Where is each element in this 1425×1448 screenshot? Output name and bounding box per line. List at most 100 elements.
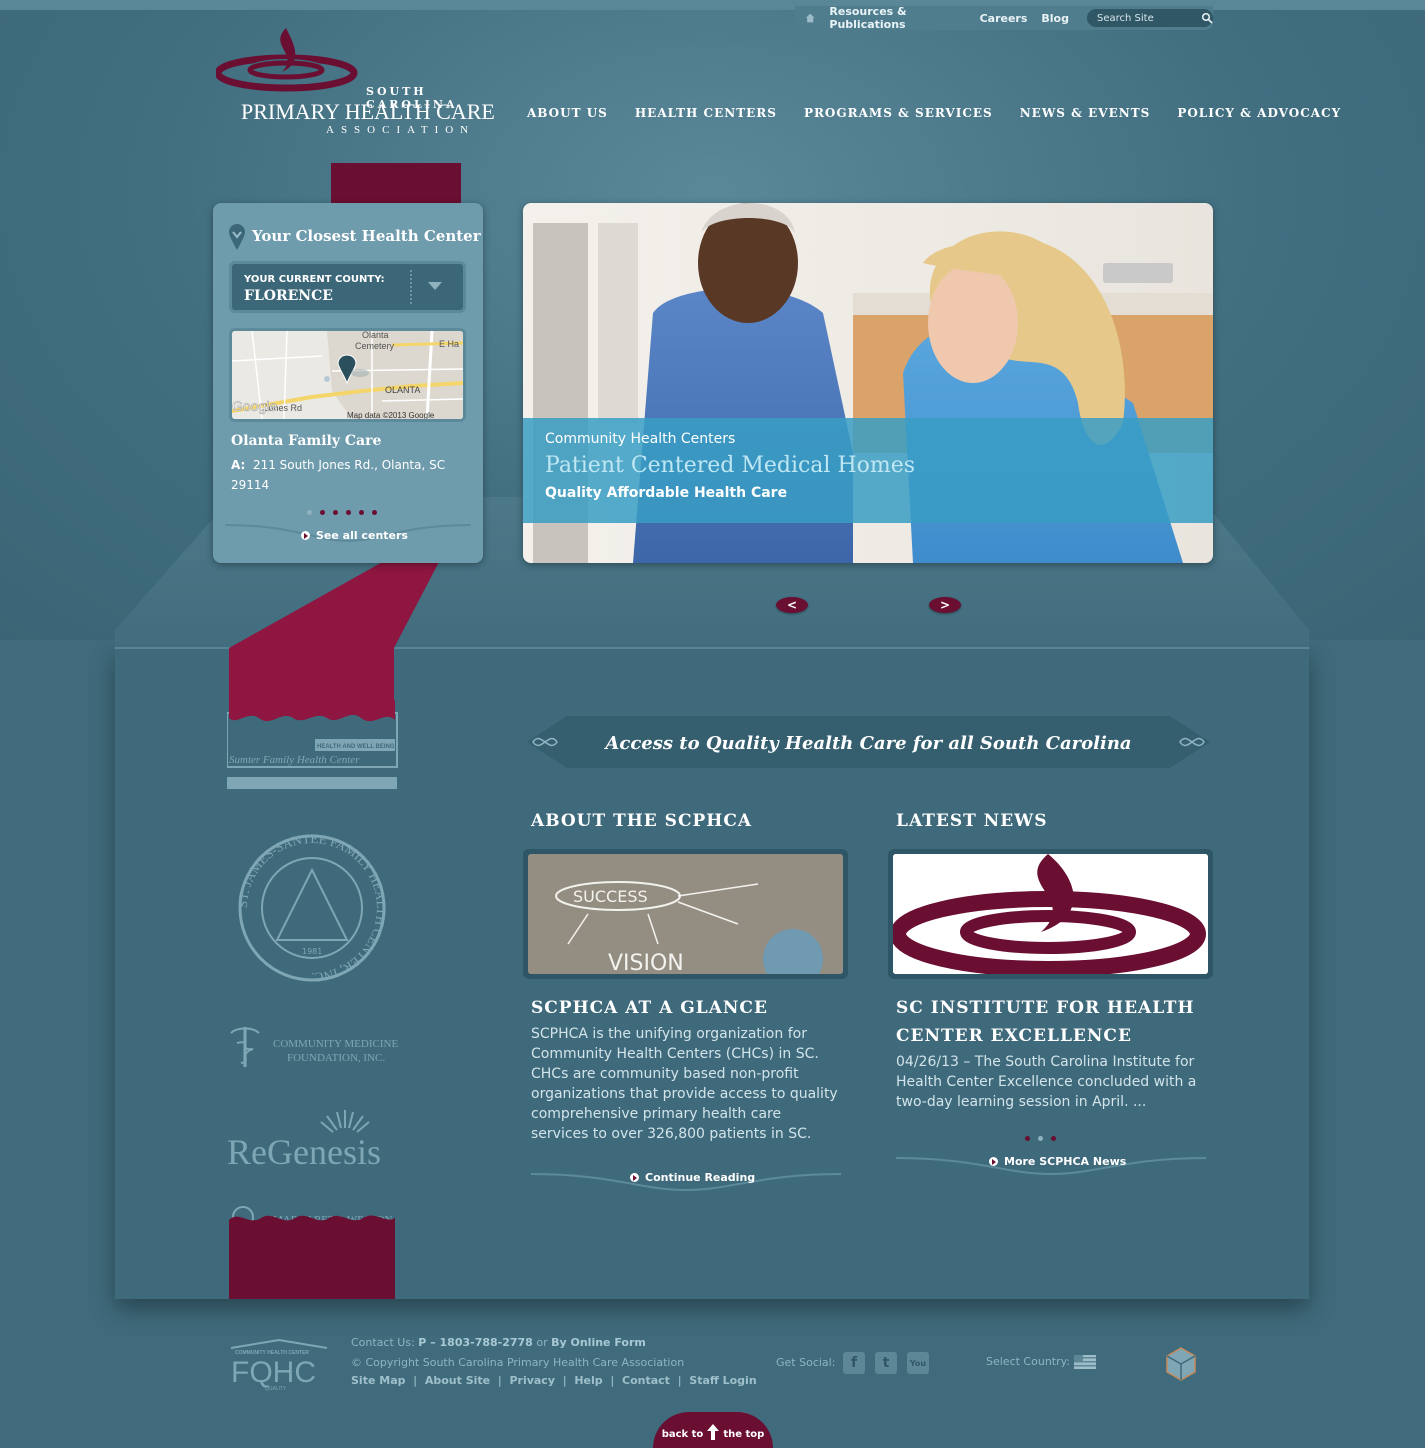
chalk-word-success: SUCCESS bbox=[573, 887, 648, 906]
map-label-town: OLANTA bbox=[385, 385, 420, 395]
member-logo-regenesis[interactable]: ReGenesis bbox=[227, 1108, 399, 1172]
about-image-frame[interactable]: SUCCESS VISION bbox=[523, 849, 848, 979]
arrow-up-icon bbox=[707, 1424, 720, 1440]
slider-dot[interactable] bbox=[320, 510, 325, 515]
fqhc-sub-text: QUALITY bbox=[265, 1386, 287, 1392]
footer-link-about-site[interactable]: About Site bbox=[425, 1374, 490, 1387]
location-map[interactable]: Olanta Cemetery E Ha OLANTA Jones Rd Goo… bbox=[229, 328, 466, 422]
chalkboard-image: SUCCESS VISION bbox=[528, 854, 843, 974]
fqhc-logo[interactable]: COMMUNITY HEALTH CENTER FQHC QUALITY bbox=[229, 1338, 329, 1392]
news-image bbox=[893, 854, 1208, 974]
santee-seal-image: ST. JAMES-SANTEE FAMILY HEALTH CENTER, I… bbox=[235, 831, 389, 985]
county-select[interactable]: YOUR CURRENT COUNTY: FLORENCE bbox=[229, 261, 466, 313]
member-logo-santee[interactable]: ST. JAMES-SANTEE FAMILY HEALTH CENTER, I… bbox=[227, 831, 397, 988]
news-body: 04/26/13 – The South Carolina Institute … bbox=[896, 1054, 1197, 1110]
more-news-link[interactable]: More SCPHCA News bbox=[989, 1155, 1126, 1168]
cmf-line-1: COMMUNITY MEDICINE bbox=[273, 1038, 398, 1050]
member-logo-cmf[interactable]: COMMUNITY MEDICINE FOUNDATION, INC. bbox=[227, 1025, 399, 1074]
about-heading: ABOUT THE SCPHCA bbox=[531, 811, 753, 831]
map-google-logo: Google bbox=[232, 398, 277, 414]
footer-link-contact[interactable]: Contact bbox=[622, 1374, 670, 1387]
chalk-word-vision: VISION bbox=[608, 951, 684, 974]
news-image-frame[interactable] bbox=[888, 849, 1213, 979]
contact-prefix: Contact Us: bbox=[351, 1336, 415, 1349]
address-text: 211 South Jones Rd., Olanta, SC 29114 bbox=[231, 458, 446, 492]
us-flag-icon[interactable] bbox=[1074, 1355, 1096, 1369]
news-slider-dots bbox=[1025, 1136, 1056, 1141]
hero-caption: Community Health Centers Patient Centere… bbox=[523, 418, 1213, 523]
chevron-down-icon[interactable] bbox=[428, 282, 442, 290]
closest-health-center-widget: Your Closest Health Center YOUR CURRENT … bbox=[213, 203, 483, 563]
county-divider bbox=[410, 270, 412, 304]
arrow-bullet-icon bbox=[989, 1157, 998, 1166]
hero-slider[interactable]: Community Health Centers Patient Centere… bbox=[523, 203, 1213, 563]
arrow-bullet-icon bbox=[301, 531, 310, 540]
footer-link-privacy[interactable]: Privacy bbox=[509, 1374, 555, 1387]
footer-link-help[interactable]: Help bbox=[574, 1374, 602, 1387]
select-country-label: Select Country: bbox=[986, 1355, 1071, 1368]
continue-reading-link[interactable]: Continue Reading bbox=[630, 1171, 755, 1184]
map-label-olanta-cemetery-1: Olanta bbox=[362, 331, 389, 340]
hero-line-2: Patient Centered Medical Homes bbox=[545, 453, 916, 478]
hero-line-3: Quality Affordable Health Care bbox=[545, 485, 788, 501]
contact-online-form-link[interactable]: By Online Form bbox=[551, 1336, 646, 1349]
tagline-banner: Access to Quality Health Care for all So… bbox=[527, 712, 1210, 772]
map-image: Olanta Cemetery E Ha OLANTA Jones Rd Goo… bbox=[232, 331, 463, 419]
regenesis-logo-image: ReGenesis bbox=[227, 1110, 381, 1172]
health-center-name[interactable]: Olanta Family Care bbox=[231, 433, 381, 449]
about-image: SUCCESS VISION bbox=[528, 854, 843, 974]
back-to-top-button[interactable]: back to the top bbox=[653, 1412, 773, 1448]
facebook-icon[interactable]: f bbox=[843, 1352, 865, 1374]
continue-reading-label: Continue Reading bbox=[645, 1171, 756, 1184]
contact-or: or bbox=[536, 1336, 548, 1349]
arrow-bullet-icon bbox=[630, 1173, 639, 1182]
scphca-logo-large bbox=[893, 854, 1208, 974]
cmf-line-2: FOUNDATION, INC. bbox=[287, 1052, 385, 1064]
youtube-icon[interactable]: You bbox=[907, 1352, 929, 1374]
back-to-label: back to bbox=[661, 1429, 704, 1440]
footer-copyright: © Copyright South Carolina Primary Healt… bbox=[351, 1356, 685, 1369]
get-social-label: Get Social: bbox=[776, 1356, 836, 1369]
slider-dot[interactable] bbox=[346, 510, 351, 515]
slider-dot[interactable] bbox=[372, 510, 377, 515]
slider-dot[interactable] bbox=[1038, 1136, 1043, 1141]
see-all-centers-link[interactable]: See all centers bbox=[301, 529, 408, 542]
slider-dot[interactable] bbox=[307, 510, 312, 515]
widget-title: Your Closest Health Center bbox=[252, 227, 481, 245]
more-news-label: More SCPHCA News bbox=[1004, 1155, 1127, 1168]
hero-line-1: Community Health Centers bbox=[545, 431, 736, 447]
hero-next-button[interactable]: > bbox=[929, 597, 961, 613]
sumter-tagline: HEALTH AND WELL BEING bbox=[317, 744, 395, 750]
slider-dot[interactable] bbox=[1025, 1136, 1030, 1141]
map-pin-icon bbox=[229, 224, 245, 250]
footer-link-staff-login[interactable]: Staff Login bbox=[689, 1374, 756, 1387]
fqhc-text: FQHC bbox=[231, 1356, 316, 1389]
contact-phone[interactable]: P – 1803-788-2778 bbox=[418, 1336, 533, 1349]
about-body: SCPHCA is the unifying organization for … bbox=[531, 1026, 838, 1142]
santee-ring-text: ST. JAMES-SANTEE FAMILY HEALTH CENTER, I… bbox=[235, 832, 389, 984]
ribbon-bottom-tail bbox=[229, 1215, 395, 1299]
tagline-text: Access to Quality Health Care for all So… bbox=[605, 733, 1132, 754]
health-center-address: A: 211 South Jones Rd., Olanta, SC 29114 bbox=[231, 455, 456, 495]
cmf-logo-image: COMMUNITY MEDICINE FOUNDATION, INC. bbox=[230, 1027, 398, 1067]
news-heading: LATEST NEWS bbox=[896, 811, 1048, 831]
slider-dots bbox=[307, 510, 377, 515]
the-top-label: the top bbox=[723, 1429, 765, 1440]
globe-badge-icon[interactable] bbox=[1163, 1346, 1199, 1382]
county-label: YOUR CURRENT COUNTY: bbox=[244, 274, 385, 285]
footer-link-site-map[interactable]: Site Map bbox=[351, 1374, 405, 1387]
footer-contact: Contact Us: P – 1803-788-2778 or By Onli… bbox=[351, 1333, 646, 1353]
map-label-olanta-cemetery-2: Cemetery bbox=[355, 341, 395, 351]
hero-prev-button[interactable]: < bbox=[776, 597, 808, 613]
twitter-icon[interactable]: t bbox=[875, 1352, 897, 1374]
slider-dot[interactable] bbox=[359, 510, 364, 515]
slider-dot[interactable] bbox=[333, 510, 338, 515]
see-all-label: See all centers bbox=[316, 529, 408, 542]
footer-links: Site Map | About Site | Privacy | Help |… bbox=[351, 1374, 757, 1387]
county-value: FLORENCE bbox=[244, 288, 333, 304]
news-subheading[interactable]: SC INSTITUTE FOR HEALTH CENTER EXCELLENC… bbox=[896, 994, 1216, 1050]
slider-dot[interactable] bbox=[1051, 1136, 1056, 1141]
map-label-street: E Ha bbox=[439, 339, 459, 349]
map-attribution: Map data ©2013 Google bbox=[347, 411, 435, 419]
about-subheading[interactable]: SCPHCA AT A GLANCE bbox=[531, 994, 851, 1022]
